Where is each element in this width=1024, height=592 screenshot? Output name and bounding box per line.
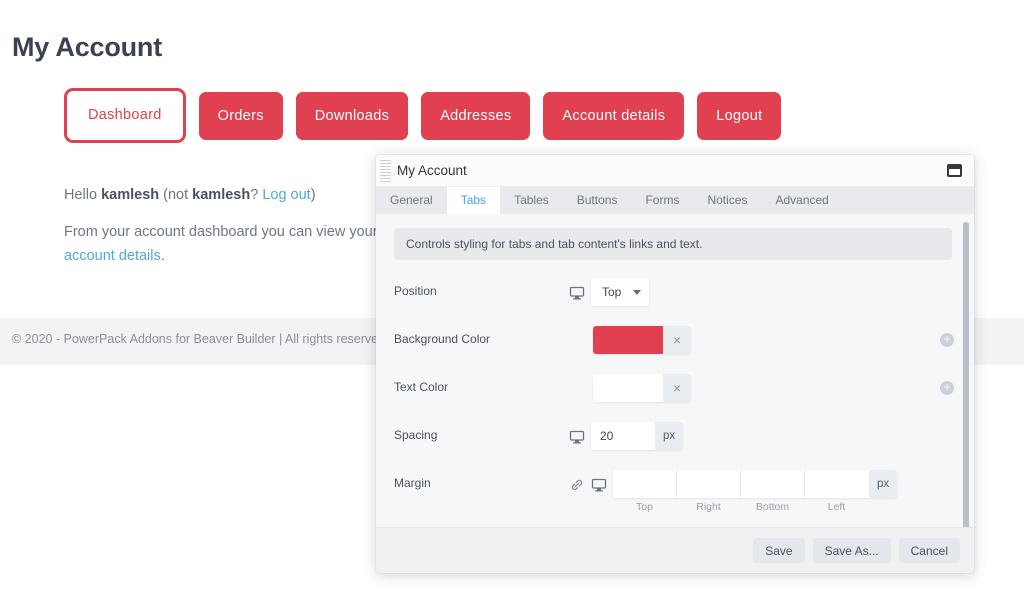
field-label-text-color: Text Color xyxy=(394,374,569,394)
settings-panel[interactable]: My Account General Tabs Tables Buttons F… xyxy=(376,155,974,573)
greeting-middle: (not xyxy=(159,187,192,203)
position-select-value: Top xyxy=(602,285,621,299)
desktop-icon[interactable] xyxy=(569,285,585,301)
nav-button-account-details[interactable]: Account details xyxy=(543,92,684,140)
field-label-position: Position xyxy=(394,278,569,298)
chevron-down-icon xyxy=(633,290,641,295)
margin-sub-label-top: Top xyxy=(613,501,677,513)
margin-top-input[interactable] xyxy=(613,470,677,498)
field-label-background-color: Background Color xyxy=(394,326,569,346)
field-background-color: Background Color × + xyxy=(376,326,974,356)
tab-buttons[interactable]: Buttons xyxy=(563,187,632,214)
dashboard-description: From your account dashboard you can view… xyxy=(64,220,424,269)
panel-title: My Account xyxy=(397,163,467,178)
panel-footer: Save Save As... Cancel xyxy=(376,527,974,573)
margin-right-input[interactable] xyxy=(677,470,741,498)
field-spacing: Spacing px xyxy=(376,422,974,452)
window-icon[interactable] xyxy=(947,164,962,177)
field-position: Position Top xyxy=(376,278,974,308)
field-label-margin: Margin xyxy=(394,470,569,490)
greeting-text: Hello kamlesh (not kamlesh? Log out) xyxy=(64,183,316,208)
tab-general[interactable]: General xyxy=(376,187,447,214)
greeting-suffix: ) xyxy=(311,187,316,203)
account-details-link[interactable]: account details xyxy=(64,248,161,264)
margin-sub-label-bottom: Bottom xyxy=(741,501,805,513)
position-select[interactable]: Top xyxy=(591,278,649,306)
link-icon[interactable] xyxy=(569,477,585,493)
account-nav: Dashboard Orders Downloads Addresses Acc… xyxy=(64,92,781,143)
field-text-color: Text Color × + xyxy=(376,374,974,404)
nav-button-dashboard[interactable]: Dashboard xyxy=(64,88,186,143)
tab-tables[interactable]: Tables xyxy=(500,187,563,214)
margin-sub-label-right: Right xyxy=(677,501,741,513)
desktop-icon[interactable] xyxy=(591,477,607,493)
margin-unit[interactable]: px xyxy=(869,470,897,498)
copyright-text: © 2020 - PowerPack Addons for Beaver Bui… xyxy=(12,332,385,346)
page-title: My Account xyxy=(12,32,162,63)
section-description: Controls styling for tabs and tab conten… xyxy=(394,228,952,260)
panel-tabs: General Tabs Tables Buttons Forms Notice… xyxy=(376,187,974,214)
nav-button-downloads[interactable]: Downloads xyxy=(296,92,408,140)
tab-advanced[interactable]: Advanced xyxy=(761,187,842,214)
field-margin: Margin px Top xyxy=(376,470,974,513)
margin-bottom-input[interactable] xyxy=(741,470,805,498)
tab-forms[interactable]: Forms xyxy=(631,187,693,214)
nav-button-orders[interactable]: Orders xyxy=(199,92,283,140)
margin-sub-label-left: Left xyxy=(805,501,869,513)
tab-tabs[interactable]: Tabs xyxy=(447,187,500,214)
text-color-swatch[interactable] xyxy=(593,374,663,402)
drag-handle-icon[interactable] xyxy=(380,160,391,182)
text-color-clear-button[interactable]: × xyxy=(663,374,691,402)
nav-button-addresses[interactable]: Addresses xyxy=(421,92,530,140)
background-color-swatch[interactable] xyxy=(593,326,663,354)
spacing-unit[interactable]: px xyxy=(655,422,683,450)
margin-left-input[interactable] xyxy=(805,470,869,498)
panel-header: My Account xyxy=(376,155,974,187)
greeting-question: ? xyxy=(250,187,262,203)
log-out-link[interactable]: Log out xyxy=(262,187,310,203)
greeting-username-alt: kamlesh xyxy=(192,187,250,203)
margin-sub-labels: Top Right Bottom Left xyxy=(613,501,897,513)
tab-notices[interactable]: Notices xyxy=(693,187,761,214)
dashboard-description-lead: From your account dashboard you can view… xyxy=(64,224,382,240)
field-label-spacing: Spacing xyxy=(394,422,569,442)
save-as-button[interactable]: Save As... xyxy=(813,538,891,563)
panel-body: Controls styling for tabs and tab conten… xyxy=(376,214,974,527)
background-color-clear-button[interactable]: × xyxy=(663,326,691,354)
greeting-prefix: Hello xyxy=(64,187,101,203)
greeting-username: kamlesh xyxy=(101,187,159,203)
save-button[interactable]: Save xyxy=(753,538,804,563)
background-color-add-icon[interactable]: + xyxy=(940,333,954,347)
dashboard-description-period: . xyxy=(161,248,165,264)
spacing-input[interactable] xyxy=(591,422,655,450)
desktop-icon[interactable] xyxy=(569,429,585,445)
text-color-add-icon[interactable]: + xyxy=(940,381,954,395)
nav-button-logout[interactable]: Logout xyxy=(697,92,781,140)
cancel-button[interactable]: Cancel xyxy=(899,538,960,563)
